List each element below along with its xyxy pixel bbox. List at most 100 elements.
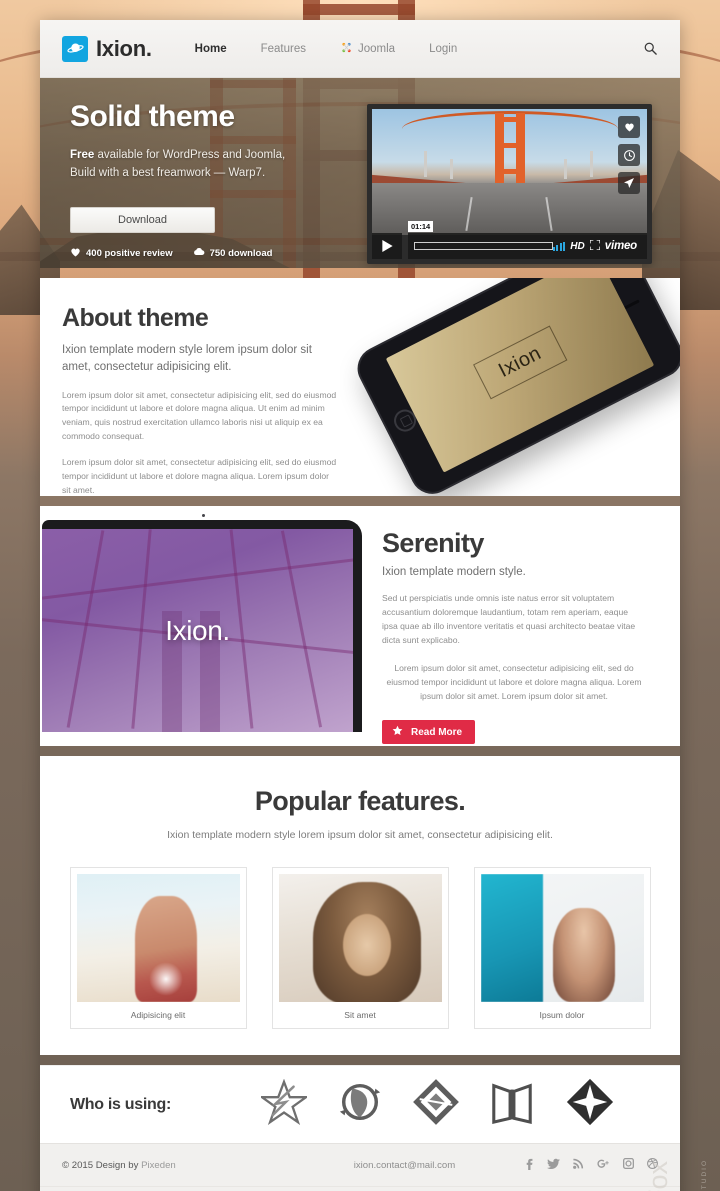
star-swoosh-logo[interactable]	[258, 1078, 310, 1130]
hero-subtitle-line2: Build with a best freamwork — Warp7.	[70, 167, 266, 180]
cloud-download-icon	[193, 247, 205, 260]
watch-later-icon[interactable]	[618, 144, 640, 166]
about-section: About theme Ixion template modern style …	[40, 278, 680, 496]
video-actions	[618, 116, 640, 194]
video-controls: 01:14 HD vimeo	[372, 221, 647, 259]
volume-icon[interactable]	[552, 241, 566, 251]
planet-icon	[62, 35, 88, 62]
feature-card-image	[278, 874, 442, 1002]
video-time-label: 01:14	[408, 221, 434, 232]
vimeo-logo[interactable]: vimeo	[605, 240, 637, 252]
about-paragraph-2: Lorem ipsum dolor sit amet, consectetur …	[62, 457, 337, 496]
logo[interactable]: Ixion.	[62, 35, 152, 62]
dribbble-icon[interactable]	[647, 1158, 658, 1172]
nav-item-joomla[interactable]: Joomla	[323, 41, 412, 57]
features-section: Popular features. Ixion template modern …	[40, 756, 680, 1055]
nav-item-label: Features	[260, 42, 306, 55]
serenity-paragraph-1: Sed ut perspiciatis unde omnis iste natu…	[382, 593, 636, 645]
circle-leaf-logo[interactable]	[337, 1079, 383, 1130]
section-divider	[40, 1055, 680, 1065]
footer-copyright: © 2015 Design by Pixeden	[62, 1160, 176, 1171]
hero-subtitle-strong: Free	[70, 149, 95, 161]
serenity-image-column: Ixion.	[40, 506, 362, 746]
serenity-read-more-button[interactable]: Read More	[382, 720, 476, 745]
clients-section: Who is using:	[40, 1065, 680, 1143]
features-card-list: Adipisicing elit Sit amet Ipsum dolor	[40, 867, 680, 1029]
hero-stat-label: 750 download	[209, 247, 273, 259]
phone-screen: Ixion	[385, 278, 655, 473]
logo-text: Ixion.	[96, 35, 152, 61]
footer-copyright-prefix: © 2015 Design by	[62, 1159, 142, 1171]
feature-card-image	[480, 874, 644, 1002]
about-lead: Ixion template modern style lorem ipsum …	[62, 344, 312, 374]
about-title: About theme	[62, 304, 209, 332]
monitor-camera	[202, 514, 205, 517]
nav-item-label: Joomla	[358, 42, 396, 55]
diamond-compass-logo[interactable]	[565, 1077, 615, 1132]
instagram-icon[interactable]	[623, 1158, 634, 1172]
play-icon[interactable]	[372, 233, 402, 259]
serenity-paragraph-2: Lorem ipsum dolor sit amet, consectetur …	[386, 662, 642, 701]
site-footer: © 2015 Design by Pixeden ixion.contact@m…	[40, 1143, 680, 1191]
serenity-section: Ixion. Serenity Ixion template modern st…	[40, 506, 680, 746]
serenity-read-more-label: Read More	[411, 726, 463, 738]
share-icon[interactable]	[618, 172, 640, 194]
site-header: Ixion. Home Features Joomla Login	[40, 20, 680, 78]
footer-top-row: © 2015 Design by Pixeden ixion.contact@m…	[40, 1144, 680, 1186]
heart-icon[interactable]	[618, 116, 640, 138]
diamond-outline-logo[interactable]	[413, 1079, 459, 1130]
video-player[interactable]: 01:14 HD vimeo	[367, 104, 652, 264]
nav-item-label: Login	[429, 42, 458, 55]
hero-section: Solid theme Free available for WordPress…	[40, 78, 680, 268]
about-paragraph-1: Lorem ipsum dolor sit amet, consectetur …	[62, 389, 337, 442]
site-shell: Ixion. Home Features Joomla Login Solid …	[40, 20, 680, 1191]
hero-stat-downloads: 750 download	[193, 247, 273, 260]
video-frame	[372, 109, 647, 235]
section-divider	[40, 268, 680, 278]
footer-social-list	[523, 1158, 658, 1173]
clients-label: Who is using:	[70, 1095, 171, 1113]
nav-item-label: Home	[194, 42, 227, 55]
video-progress-fill	[414, 242, 553, 250]
feature-card[interactable]: Adipisicing elit	[69, 867, 247, 1029]
hd-badge[interactable]: HD	[570, 241, 584, 252]
page-root: Ixion. Home Features Joomla Login Solid …	[0, 0, 720, 1191]
heart-icon	[70, 247, 81, 260]
hero-stat-label: 400 positive review	[86, 247, 173, 259]
facebook-icon[interactable]	[523, 1158, 534, 1173]
serenity-text-column: Serenity Ixion template modern style. Se…	[360, 506, 680, 746]
main-nav: Home Features Joomla Login	[178, 41, 475, 57]
footer-email[interactable]: ixion.contact@mail.com	[354, 1160, 455, 1171]
feature-card[interactable]: Sit amet	[271, 867, 449, 1029]
feature-card-caption: Ipsum dolor	[539, 1010, 585, 1020]
rss-icon[interactable]	[573, 1158, 584, 1172]
fullscreen-icon[interactable]	[589, 237, 601, 255]
hero-stat-reviews: 400 positive review	[70, 247, 173, 260]
google-plus-icon[interactable]	[597, 1158, 610, 1173]
serenity-title: Serenity	[382, 528, 484, 558]
serenity-lead: Ixion template modern style.	[382, 566, 526, 578]
joomla-icon	[340, 41, 353, 57]
phone-screen-logo-box: Ixion	[472, 324, 568, 400]
open-book-logo[interactable]	[489, 1079, 535, 1130]
footer-bottom-row: Powered by Warp Theme Framework	[40, 1186, 680, 1191]
monitor-screen: Ixion.	[42, 529, 353, 732]
monitor-mockup: Ixion.	[42, 514, 362, 732]
download-button[interactable]: Download	[70, 206, 215, 233]
search-icon[interactable]	[643, 41, 658, 56]
phone-screen-text: Ixion	[494, 341, 545, 382]
feature-card-caption: Adipisicing elit	[130, 1010, 186, 1020]
video-progress-bar[interactable]: 01:14 HD vimeo	[408, 221, 647, 259]
nav-item-features[interactable]: Features	[244, 43, 323, 55]
about-text-column: About theme Ixion template modern style …	[40, 278, 340, 496]
star-icon	[392, 725, 403, 739]
feature-card[interactable]: Ipsum dolor	[473, 867, 651, 1029]
footer-copyright-link[interactable]: Pixeden	[141, 1160, 176, 1171]
nav-item-login[interactable]: Login	[412, 43, 474, 55]
nav-item-home[interactable]: Home	[178, 43, 244, 55]
twitter-icon[interactable]	[547, 1158, 560, 1173]
section-divider	[40, 496, 680, 506]
phone-mockup: Ixion	[350, 278, 680, 496]
about-image-column: Ixion	[340, 278, 680, 496]
features-title: Popular features.	[254, 786, 466, 816]
